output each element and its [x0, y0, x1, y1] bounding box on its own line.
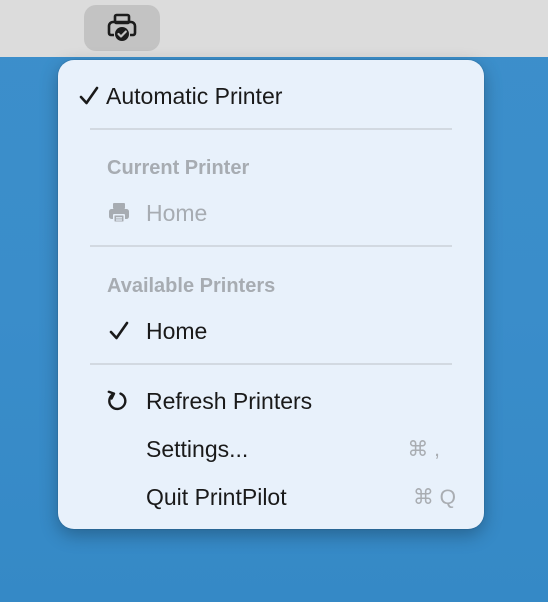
section-header-available-printers: Available Printers [107, 275, 276, 297]
menu-item-refresh-printers[interactable]: Refresh Printers [58, 380, 484, 422]
printpilot-menu: Automatic Printer Current Printer Home A… [58, 60, 484, 529]
refresh-icon [104, 388, 130, 414]
menu-separator [90, 363, 452, 365]
menu-item-label: Automatic Printer [106, 82, 283, 109]
keyboard-shortcut: ⌘ , [407, 437, 440, 461]
menu-bar [0, 0, 548, 57]
menu-item-current-printer-home: Home [58, 192, 484, 234]
menu-item-quit[interactable]: Quit PrintPilot ⌘ Q [58, 476, 484, 518]
checkmark-icon [79, 86, 99, 105]
menu-item-available-printer-home[interactable]: Home [58, 310, 484, 352]
printer-icon [106, 200, 132, 226]
printpilot-status-item[interactable] [84, 5, 160, 51]
menu-item-label: Home [146, 317, 208, 344]
menu-item-label: Refresh Printers [146, 387, 313, 414]
checkmark-icon [109, 321, 129, 340]
menu-item-label: Settings... [146, 435, 249, 462]
keyboard-shortcut: ⌘ Q [412, 485, 456, 509]
menu-separator [90, 245, 452, 247]
printer-check-icon [107, 13, 137, 41]
menu-item-settings[interactable]: Settings... ⌘ , [58, 428, 484, 470]
menu-item-automatic-printer[interactable]: Automatic Printer [58, 75, 484, 117]
menu-item-label: Quit PrintPilot [146, 483, 287, 510]
menu-item-label: Home [146, 199, 208, 226]
menu-separator [90, 128, 452, 130]
section-header-current-printer: Current Printer [107, 157, 250, 179]
